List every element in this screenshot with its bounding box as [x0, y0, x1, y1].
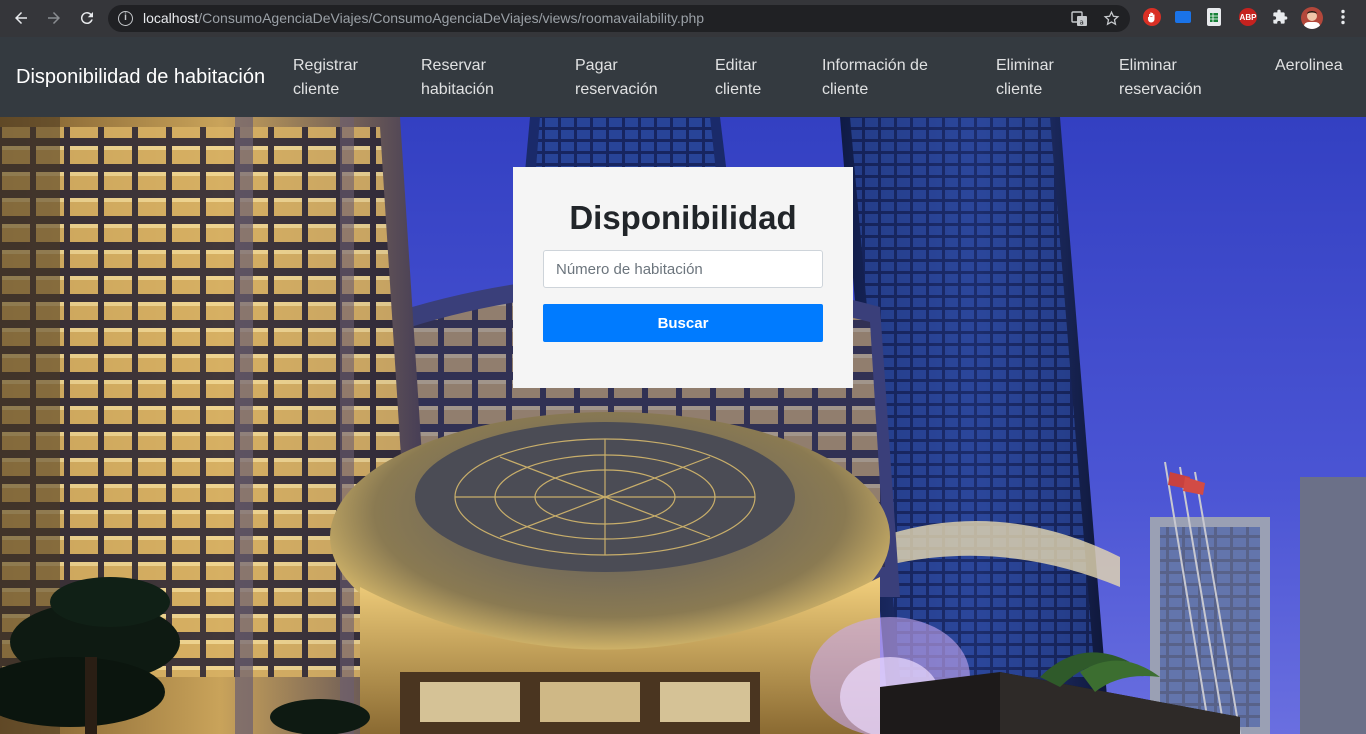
nav-link-eliminar-cliente[interactable]: Eliminar cliente: [996, 54, 1054, 102]
room-number-input[interactable]: [543, 250, 823, 288]
nav-link-line: reservación: [575, 81, 658, 98]
nav-link-line: Reservar: [421, 57, 486, 74]
more-menu-icon[interactable]: [1335, 8, 1351, 26]
puzzle-icon[interactable]: [1271, 8, 1289, 26]
nav-link-aerolinea[interactable]: Aerolinea: [1275, 54, 1343, 78]
nav-link-line: Registrar: [293, 57, 358, 74]
nav-link-line: Eliminar: [996, 57, 1054, 74]
back-arrow-icon[interactable]: [10, 7, 32, 29]
nav-link-line: cliente: [715, 81, 762, 98]
nav-link-informacion-cliente[interactable]: Información de cliente: [822, 54, 928, 102]
nav-link-line: Pagar: [575, 57, 618, 74]
nav-link-editar-cliente[interactable]: Editar cliente: [715, 54, 761, 102]
sheets-icon[interactable]: [1207, 8, 1221, 26]
svg-text:a: a: [1080, 19, 1084, 27]
site-info-icon[interactable]: i: [118, 11, 133, 26]
url-path: /ConsumoAgenciaDeViajes/ConsumoAgenciaDe…: [198, 10, 705, 26]
availability-card: Disponibilidad Buscar: [513, 167, 853, 388]
nav-link-line: Información de: [822, 57, 928, 74]
nav-link-line: habitación: [421, 81, 494, 98]
nav-link-line: cliente: [996, 81, 1043, 98]
browser-toolbar: i localhost/ConsumoAgenciaDeViajes/Consu…: [0, 0, 1366, 37]
nav-link-line: reservación: [1119, 81, 1202, 98]
abp-icon[interactable]: ABP: [1239, 8, 1257, 26]
nav-link-line: Editar: [715, 57, 757, 74]
search-button[interactable]: Buscar: [543, 304, 823, 342]
nav-link-line: cliente: [822, 81, 869, 98]
profile-avatar[interactable]: [1301, 7, 1323, 29]
navbar-brand[interactable]: Disponibilidad de habitación: [16, 66, 265, 89]
card-title: Disponibilidad: [569, 199, 797, 236]
reload-icon[interactable]: [76, 7, 98, 29]
nav-link-line: Eliminar: [1119, 57, 1177, 74]
nav-link-reservar-habitacion[interactable]: Reservar habitación: [421, 54, 494, 102]
nav-link-registrar-cliente[interactable]: Registrar cliente: [293, 54, 358, 102]
site-navbar: Disponibilidad de habitación Registrar cl…: [0, 37, 1366, 117]
forward-arrow-icon[interactable]: [43, 7, 65, 29]
nav-link-line: Aerolinea: [1275, 57, 1343, 74]
nav-link-pagar-reservacion[interactable]: Pagar reservación: [575, 54, 658, 102]
url-host: localhost: [143, 10, 199, 26]
adblock-icon[interactable]: [1143, 8, 1161, 26]
nav-link-eliminar-reservacion[interactable]: Eliminar reservación: [1119, 54, 1202, 102]
address-bar[interactable]: i localhost/ConsumoAgenciaDeViajes/Consu…: [108, 5, 1130, 32]
cast-icon[interactable]: [1175, 11, 1191, 23]
nav-link-line: cliente: [293, 81, 340, 98]
translate-icon[interactable]: a: [1070, 9, 1089, 28]
bookmark-star-icon[interactable]: [1102, 9, 1121, 28]
url-text: localhost/ConsumoAgenciaDeViajes/Consumo…: [143, 10, 704, 26]
